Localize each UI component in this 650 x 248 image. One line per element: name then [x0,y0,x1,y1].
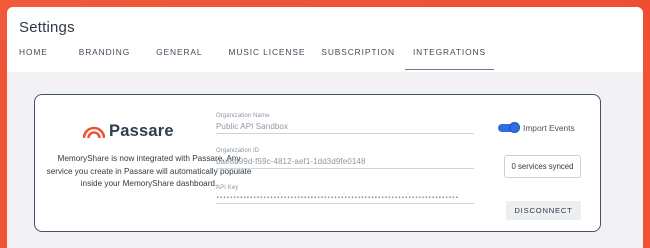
settings-tabs: HOME BRANDING GENERAL MUSIC LICENSE SUBS… [19,45,494,71]
tab-general[interactable]: GENERAL [156,45,202,67]
passare-integration-panel: Passare MemoryShare is now integrated wi… [34,94,601,232]
organization-id-label: Organization ID [216,148,260,154]
organization-name-label: Organization Name [216,113,270,119]
organization-id-value[interactable]: dae8b99d-f59c-4812-aef1-1dd3d9fe0148 [216,157,474,166]
toggle-knob [509,122,520,133]
organization-id-field[interactable]: Organization ID dae8b99d-f59c-4812-aef1-… [216,148,474,169]
import-events-row: Import Events [498,122,575,133]
services-synced-badge: 0 services synced [504,155,581,178]
tab-music-license[interactable]: MUSIC LICENSE [228,45,305,67]
passare-logo-icon [83,126,105,138]
organization-name-value[interactable]: Public API Sandbox [216,122,474,131]
page-title: Settings [19,19,75,36]
field-underline [216,203,474,204]
import-events-label: Import Events [523,123,575,133]
tab-integrations[interactable]: INTEGRATIONS [404,45,494,70]
field-underline [216,168,474,169]
tab-subscription[interactable]: SUBSCRIPTION [321,45,395,67]
passare-logo: Passare [83,122,174,141]
tab-home[interactable]: HOME [19,45,48,67]
api-key-value[interactable]: ••••••••••••••••••••••••••••••••••••••••… [216,195,474,201]
tab-branding[interactable]: BRANDING [79,45,130,67]
organization-name-field[interactable]: Organization Name Public API Sandbox [216,113,474,134]
api-key-label: API Key [216,185,239,191]
logo-text: Passare [109,122,174,140]
import-events-toggle[interactable] [498,122,520,133]
disconnect-button[interactable]: DISCONNECT [506,201,581,220]
field-underline [216,133,474,134]
api-key-field[interactable]: API Key ••••••••••••••••••••••••••••••••… [216,185,474,204]
